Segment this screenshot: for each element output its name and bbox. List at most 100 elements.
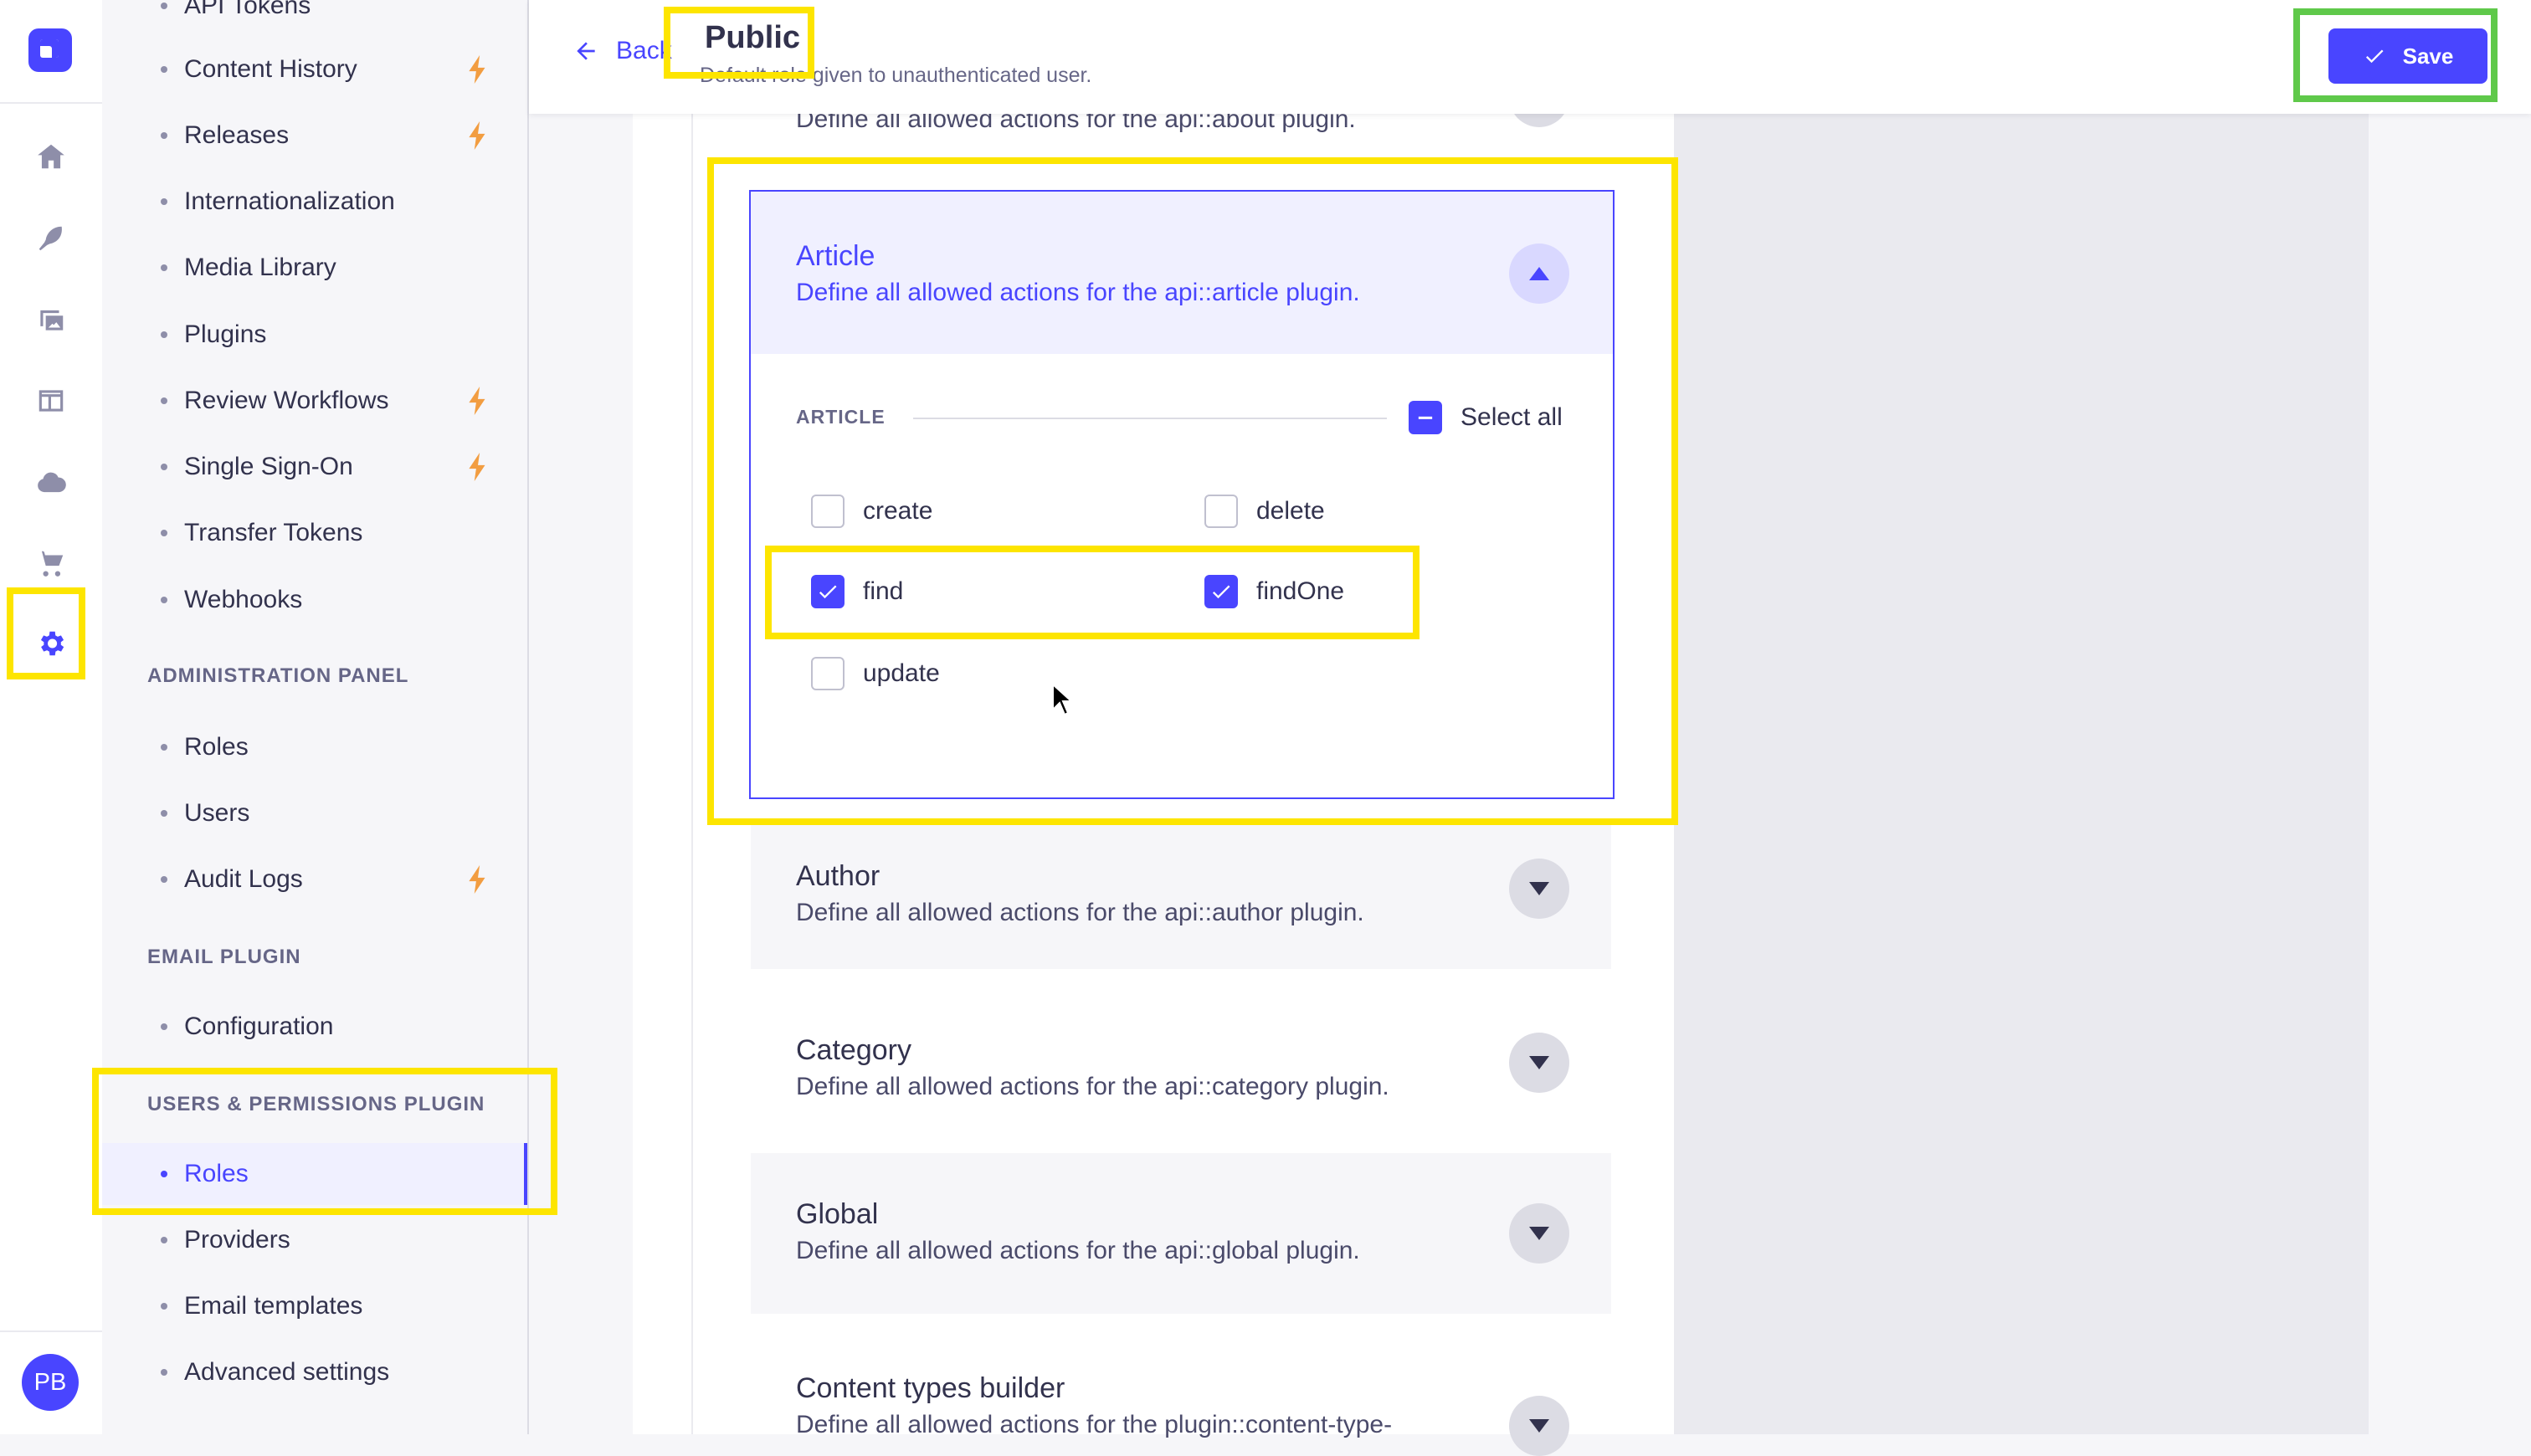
layout-icon[interactable] <box>30 380 72 422</box>
select-all-checkbox[interactable]: Select all <box>1409 401 1563 434</box>
subnav-item-admin-roles[interactable]: Roles <box>102 716 527 778</box>
lightning-icon <box>469 865 485 894</box>
lightning-icon <box>469 55 485 84</box>
chevron-down-icon[interactable] <box>1509 1033 1569 1093</box>
bullet <box>161 264 167 271</box>
chevron-down-icon[interactable] <box>1509 859 1569 919</box>
rail-divider <box>0 102 102 104</box>
bullet <box>161 530 167 536</box>
page-subtitle: Default role given to unauthenticated us… <box>700 64 1092 87</box>
permission-delete[interactable]: delete <box>1204 495 1325 528</box>
chevron-down-icon[interactable] <box>1509 1203 1569 1264</box>
cloud-icon[interactable] <box>30 462 72 504</box>
ctb-accordion-title: Content types builder <box>796 1372 1065 1404</box>
lightning-icon <box>469 453 485 481</box>
bullet <box>161 1369 167 1376</box>
checkbox[interactable] <box>811 495 845 528</box>
back-link[interactable]: Back <box>572 37 672 65</box>
bullet <box>161 810 167 817</box>
page-title: Public <box>700 20 806 56</box>
subnav-item-content-history[interactable]: Content History <box>102 38 527 100</box>
cart-icon[interactable] <box>30 542 72 584</box>
category-accordion[interactable]: Category Define all allowed actions for … <box>751 999 1611 1145</box>
subnav-item-advanced-settings[interactable]: Advanced settings <box>102 1341 527 1403</box>
global-accordion[interactable]: Global Define all allowed actions for th… <box>751 1153 1611 1314</box>
subnav-item-audit-logs[interactable]: Audit Logs <box>102 848 527 910</box>
save-button[interactable]: Save <box>2328 28 2487 84</box>
author-accordion-desc: Define all allowed actions for the api::… <box>796 899 1364 926</box>
article-accordion-title: Article <box>796 240 875 272</box>
checkbox[interactable] <box>811 657 845 690</box>
article-section-label: ARTICLE <box>796 406 886 428</box>
subnav-item-single-sign-on[interactable]: Single Sign-On <box>102 436 527 498</box>
section-heading-users-permissions: USERS & PERMISSIONS PLUGIN <box>147 1093 485 1115</box>
strapi-logo[interactable] <box>28 28 72 72</box>
indeterminate-checkbox-icon[interactable] <box>1409 401 1442 434</box>
page-header: Back Default role given to unauthenticat… <box>529 0 2531 114</box>
checkbox[interactable] <box>1204 495 1238 528</box>
checked-checkbox[interactable] <box>811 575 845 608</box>
subnav-item-users[interactable]: Users <box>102 782 527 844</box>
check-icon <box>819 585 837 599</box>
chevron-down-icon[interactable] <box>1509 1396 1569 1456</box>
feather-icon[interactable] <box>30 218 72 259</box>
global-accordion-title: Global <box>796 1198 879 1230</box>
permission-findone[interactable]: findOne <box>1204 575 1344 608</box>
arrow-left-icon <box>577 42 595 60</box>
global-accordion-desc: Define all allowed actions for the api::… <box>796 1237 1360 1264</box>
section-heading-administration: ADMINISTRATION PANEL <box>147 664 409 687</box>
category-accordion-desc: Define all allowed actions for the api::… <box>796 1073 1389 1100</box>
subnav-item-email-templates[interactable]: Email templates <box>102 1275 527 1337</box>
subnav-item-internationalization[interactable]: Internationalization <box>102 171 527 233</box>
content-types-builder-accordion[interactable]: Content types builder Define all allowed… <box>751 1344 1611 1456</box>
home-icon[interactable] <box>30 136 72 177</box>
subnav-item-releases[interactable]: Releases <box>102 105 527 167</box>
settings-icon[interactable] <box>30 623 72 664</box>
bullet <box>161 1237 167 1243</box>
section-heading-email-plugin: EMAIL PLUGIN <box>147 946 301 968</box>
subnav-item-plugins[interactable]: Plugins <box>102 304 527 366</box>
mouse-cursor-icon <box>1053 684 1073 715</box>
subnav-item-api-tokens[interactable]: API Tokens <box>102 0 527 37</box>
subnav-item-providers[interactable]: Providers <box>102 1209 527 1271</box>
permission-find[interactable]: find <box>811 575 903 608</box>
subnav-item-email-configuration[interactable]: Configuration <box>102 996 527 1058</box>
permission-create[interactable]: create <box>811 495 932 528</box>
settings-subnav: API Tokens Content History Releases Inte… <box>102 0 529 1434</box>
article-accordion: Article Define all allowed actions for t… <box>749 190 1615 799</box>
media-library-icon[interactable] <box>30 299 72 341</box>
bullet <box>161 132 167 139</box>
check-icon <box>2365 49 2384 64</box>
user-avatar[interactable]: PB <box>22 1354 79 1411</box>
bullet <box>161 198 167 205</box>
checked-checkbox[interactable] <box>1204 575 1238 608</box>
lightning-icon <box>469 387 485 415</box>
section-divider <box>913 418 1387 419</box>
bullet <box>161 397 167 404</box>
rail-divider-bottom <box>0 1330 102 1332</box>
bullet <box>161 1023 167 1030</box>
subnav-item-review-workflows[interactable]: Review Workflows <box>102 370 527 432</box>
subnav-item-webhooks[interactable]: Webhooks <box>102 569 527 631</box>
category-accordion-title: Category <box>796 1034 911 1066</box>
author-accordion[interactable]: Author Define all allowed actions for th… <box>751 825 1611 969</box>
chevron-up-icon[interactable] <box>1509 244 1569 304</box>
lightning-icon <box>469 121 485 150</box>
subnav-item-transfer-tokens[interactable]: Transfer Tokens <box>102 502 527 564</box>
bullet <box>161 66 167 73</box>
bullet <box>161 3 167 9</box>
ctb-accordion-desc: Define all allowed actions for the plugi… <box>796 1411 1393 1438</box>
subnav-item-media-library[interactable]: Media Library <box>102 237 527 299</box>
main-nav-rail: PB <box>0 0 104 1434</box>
bullet <box>161 876 167 883</box>
bullet <box>161 331 167 338</box>
bullet <box>161 1303 167 1310</box>
subnav-item-up-roles[interactable]: Roles <box>102 1143 527 1205</box>
permission-update[interactable]: update <box>811 657 940 690</box>
author-accordion-title: Author <box>796 860 880 892</box>
bullet <box>161 464 167 470</box>
bullet <box>161 597 167 603</box>
bullet <box>161 1171 167 1177</box>
article-accordion-desc: Define all allowed actions for the api::… <box>796 279 1360 306</box>
article-accordion-header[interactable]: Article Define all allowed actions for t… <box>751 192 1613 354</box>
